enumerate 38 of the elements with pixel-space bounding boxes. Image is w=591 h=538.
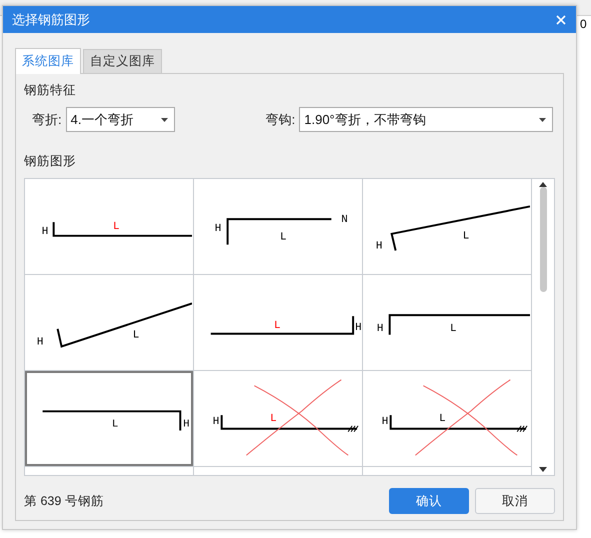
dimension-label: H — [355, 322, 361, 334]
dimension-label: H — [42, 226, 48, 238]
window-title: 选择钢筋图形 — [12, 10, 90, 28]
scrollbar-thumb[interactable] — [540, 187, 546, 292]
tab[interactable]: 自定义图库 — [83, 49, 162, 73]
dimension-label: N — [341, 214, 348, 226]
dimension-label: H — [212, 416, 220, 428]
dimension-label: H — [183, 418, 190, 431]
dimension-label: H — [214, 222, 222, 235]
cancel-button[interactable]: 取消 — [475, 488, 555, 514]
field-label: 弯折: — [32, 110, 62, 128]
dimension-label: L — [270, 412, 277, 425]
dimension-label: L — [450, 322, 456, 335]
dimension-label: H — [376, 240, 382, 252]
dimension-label: H — [382, 416, 388, 428]
dimension-label: L — [462, 230, 470, 243]
dropdown[interactable]: 4.一个弯折 — [66, 107, 175, 132]
scroll-down-icon[interactable] — [539, 467, 547, 472]
close-icon[interactable] — [556, 14, 566, 24]
shape-tile[interactable]: L H — [25, 371, 193, 466]
section-title: 钢筋图形 — [24, 153, 77, 170]
dropdown[interactable]: 1.90°弯折，不带弯钩 — [299, 107, 554, 132]
confirm-button[interactable]: 确认 — [389, 488, 469, 514]
dimension-label: L — [439, 412, 446, 425]
dimension-label: L — [280, 232, 286, 244]
dimension-label: H — [376, 322, 384, 335]
table-cell: 0 — [580, 17, 587, 31]
section-title: 钢筋特征 — [24, 82, 77, 99]
tab[interactable]: 系统图库 — [15, 48, 81, 74]
dimension-label: L — [274, 320, 281, 332]
dimension-label: L — [132, 330, 140, 342]
field-label: 弯钩: — [266, 110, 296, 128]
caret-icon — [160, 118, 168, 122]
caret-icon — [539, 118, 546, 122]
dimension-label: L — [112, 220, 120, 233]
dimension-label: H — [36, 336, 44, 348]
dimension-label: L — [112, 418, 118, 431]
status-text: 第 639 号钢筋 — [24, 492, 105, 510]
